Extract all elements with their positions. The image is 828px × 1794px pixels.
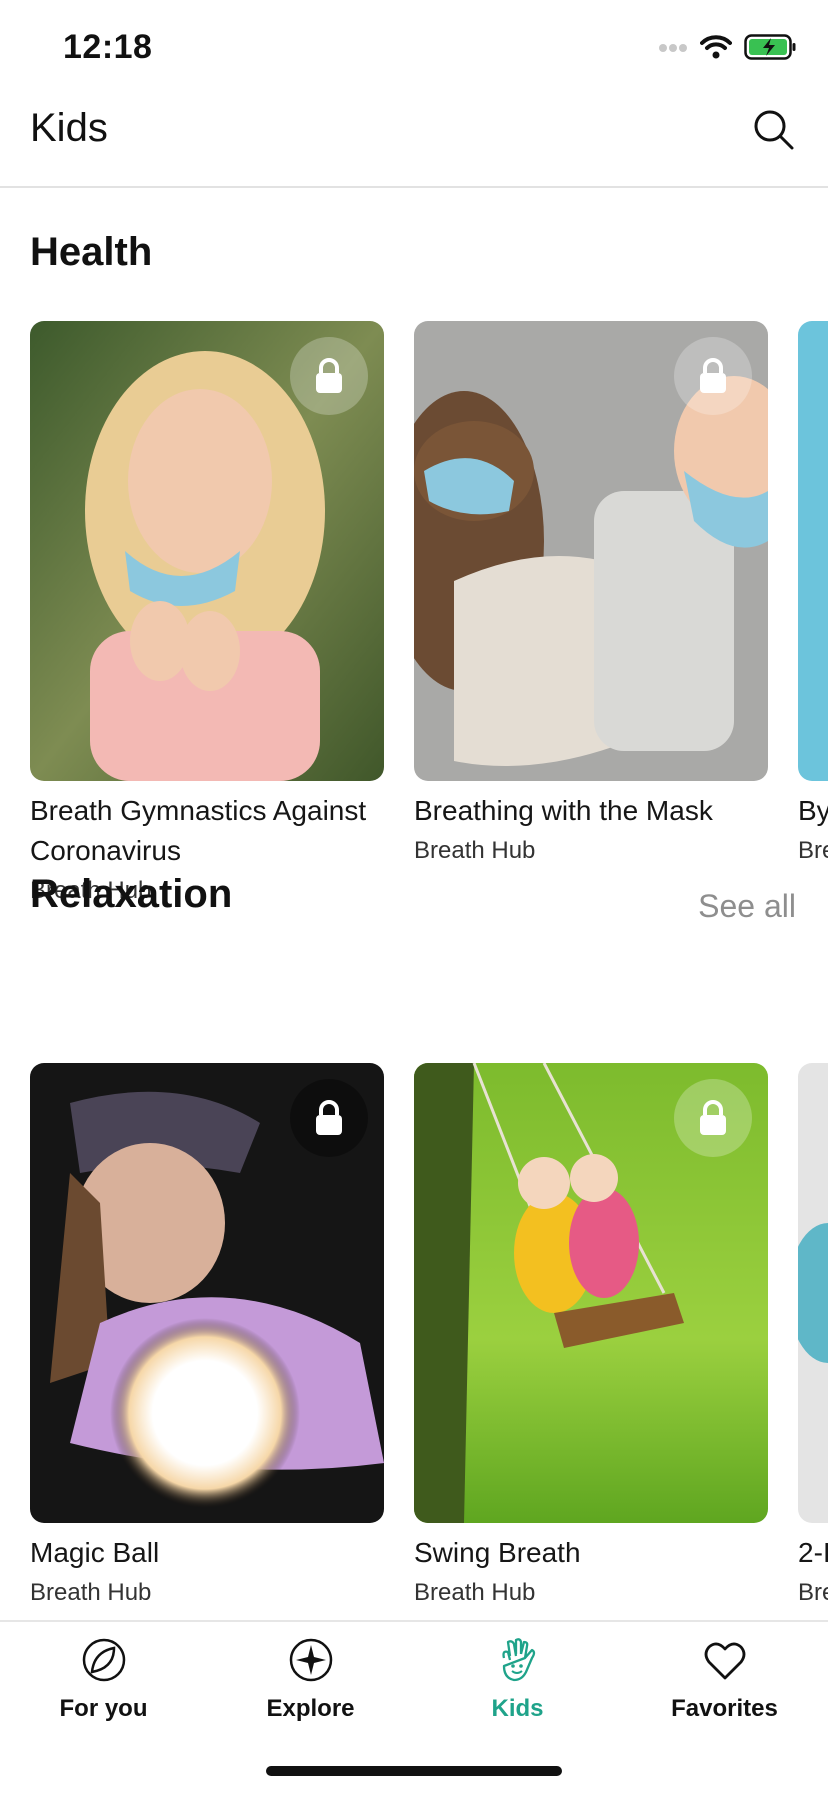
card-author: Bre [798, 1579, 828, 1606]
lock-icon [316, 1100, 342, 1135]
tab-for-you[interactable]: For you [0, 1636, 207, 1723]
leaf-icon [82, 1638, 125, 1682]
section-title-relaxation: Relaxation [30, 872, 233, 916]
card-image [798, 1063, 828, 1523]
battery-charging-icon [744, 34, 798, 65]
card-author: Breath Hub [414, 837, 536, 864]
lock-icon [700, 358, 726, 393]
search-icon [754, 110, 794, 150]
card-image [414, 1063, 768, 1523]
see-all-relaxation-button[interactable]: See all [698, 888, 796, 925]
status-bar: 12:18 [0, 0, 828, 96]
status-icons [658, 34, 798, 65]
card-magic-ball[interactable]: Magic Ball Breath Hub [30, 1063, 384, 1607]
search-button[interactable] [752, 108, 796, 152]
lock-icon [700, 1100, 726, 1135]
card-image [30, 321, 384, 781]
card-title: Magic Ball [30, 1537, 160, 1568]
tab-label: Kids [491, 1695, 544, 1722]
lock-badge [674, 1079, 752, 1157]
card-author: Bre [798, 837, 828, 864]
header: Kids [0, 96, 828, 188]
hand-smile-icon [501, 1638, 535, 1682]
card-partial-relaxation[interactable]: 2-I Bre [798, 1063, 828, 1607]
home-indicator [266, 1766, 562, 1776]
section-title-health: Health [30, 230, 153, 274]
card-breath-gymnastics[interactable]: Breath Gymnastics Against Coronavirus Br… [30, 321, 384, 905]
status-time: 12:18 [63, 28, 153, 66]
card-image [798, 321, 828, 781]
lock-icon [316, 358, 342, 393]
card-title: 2-I [798, 1537, 828, 1568]
tab-label: Favorites [671, 1695, 778, 1722]
card-title: Swing Breath [414, 1537, 581, 1568]
card-breathing-with-mask[interactable]: Breathing with the Mask Breath Hub [414, 321, 768, 865]
partial-card-photo [798, 321, 828, 781]
card-title: Breathing with the Mask [414, 795, 713, 826]
content-scroll[interactable]: Health Breath Gymnastics Against Coronav… [0, 188, 828, 1620]
card-partial-health[interactable]: By Bre [798, 321, 828, 865]
compass-star-icon [289, 1638, 332, 1682]
tab-label: Explore [266, 1695, 355, 1722]
cellular-signal-icon [658, 41, 688, 59]
card-title: Breath Gymnastics Against Coronavirus [30, 795, 367, 866]
lock-badge [290, 1079, 368, 1157]
tab-favorites[interactable]: Favorites [621, 1636, 828, 1723]
card-author: Breath Hub [414, 1579, 536, 1606]
heart-icon [704, 1642, 745, 1680]
card-image [414, 321, 768, 781]
lock-badge [290, 337, 368, 415]
card-author: Breath Hub [30, 1579, 152, 1606]
tab-explore[interactable]: Explore [207, 1636, 414, 1723]
page-title: Kids [30, 106, 108, 150]
lock-badge [674, 337, 752, 415]
tab-kids[interactable]: Kids [414, 1636, 621, 1723]
partial-card-photo [798, 1063, 828, 1523]
card-title: By [798, 795, 828, 826]
tab-label: For you [59, 1695, 148, 1722]
card-image [30, 1063, 384, 1523]
wifi-icon [700, 35, 732, 64]
card-swing-breath[interactable]: Swing Breath Breath Hub [414, 1063, 768, 1607]
